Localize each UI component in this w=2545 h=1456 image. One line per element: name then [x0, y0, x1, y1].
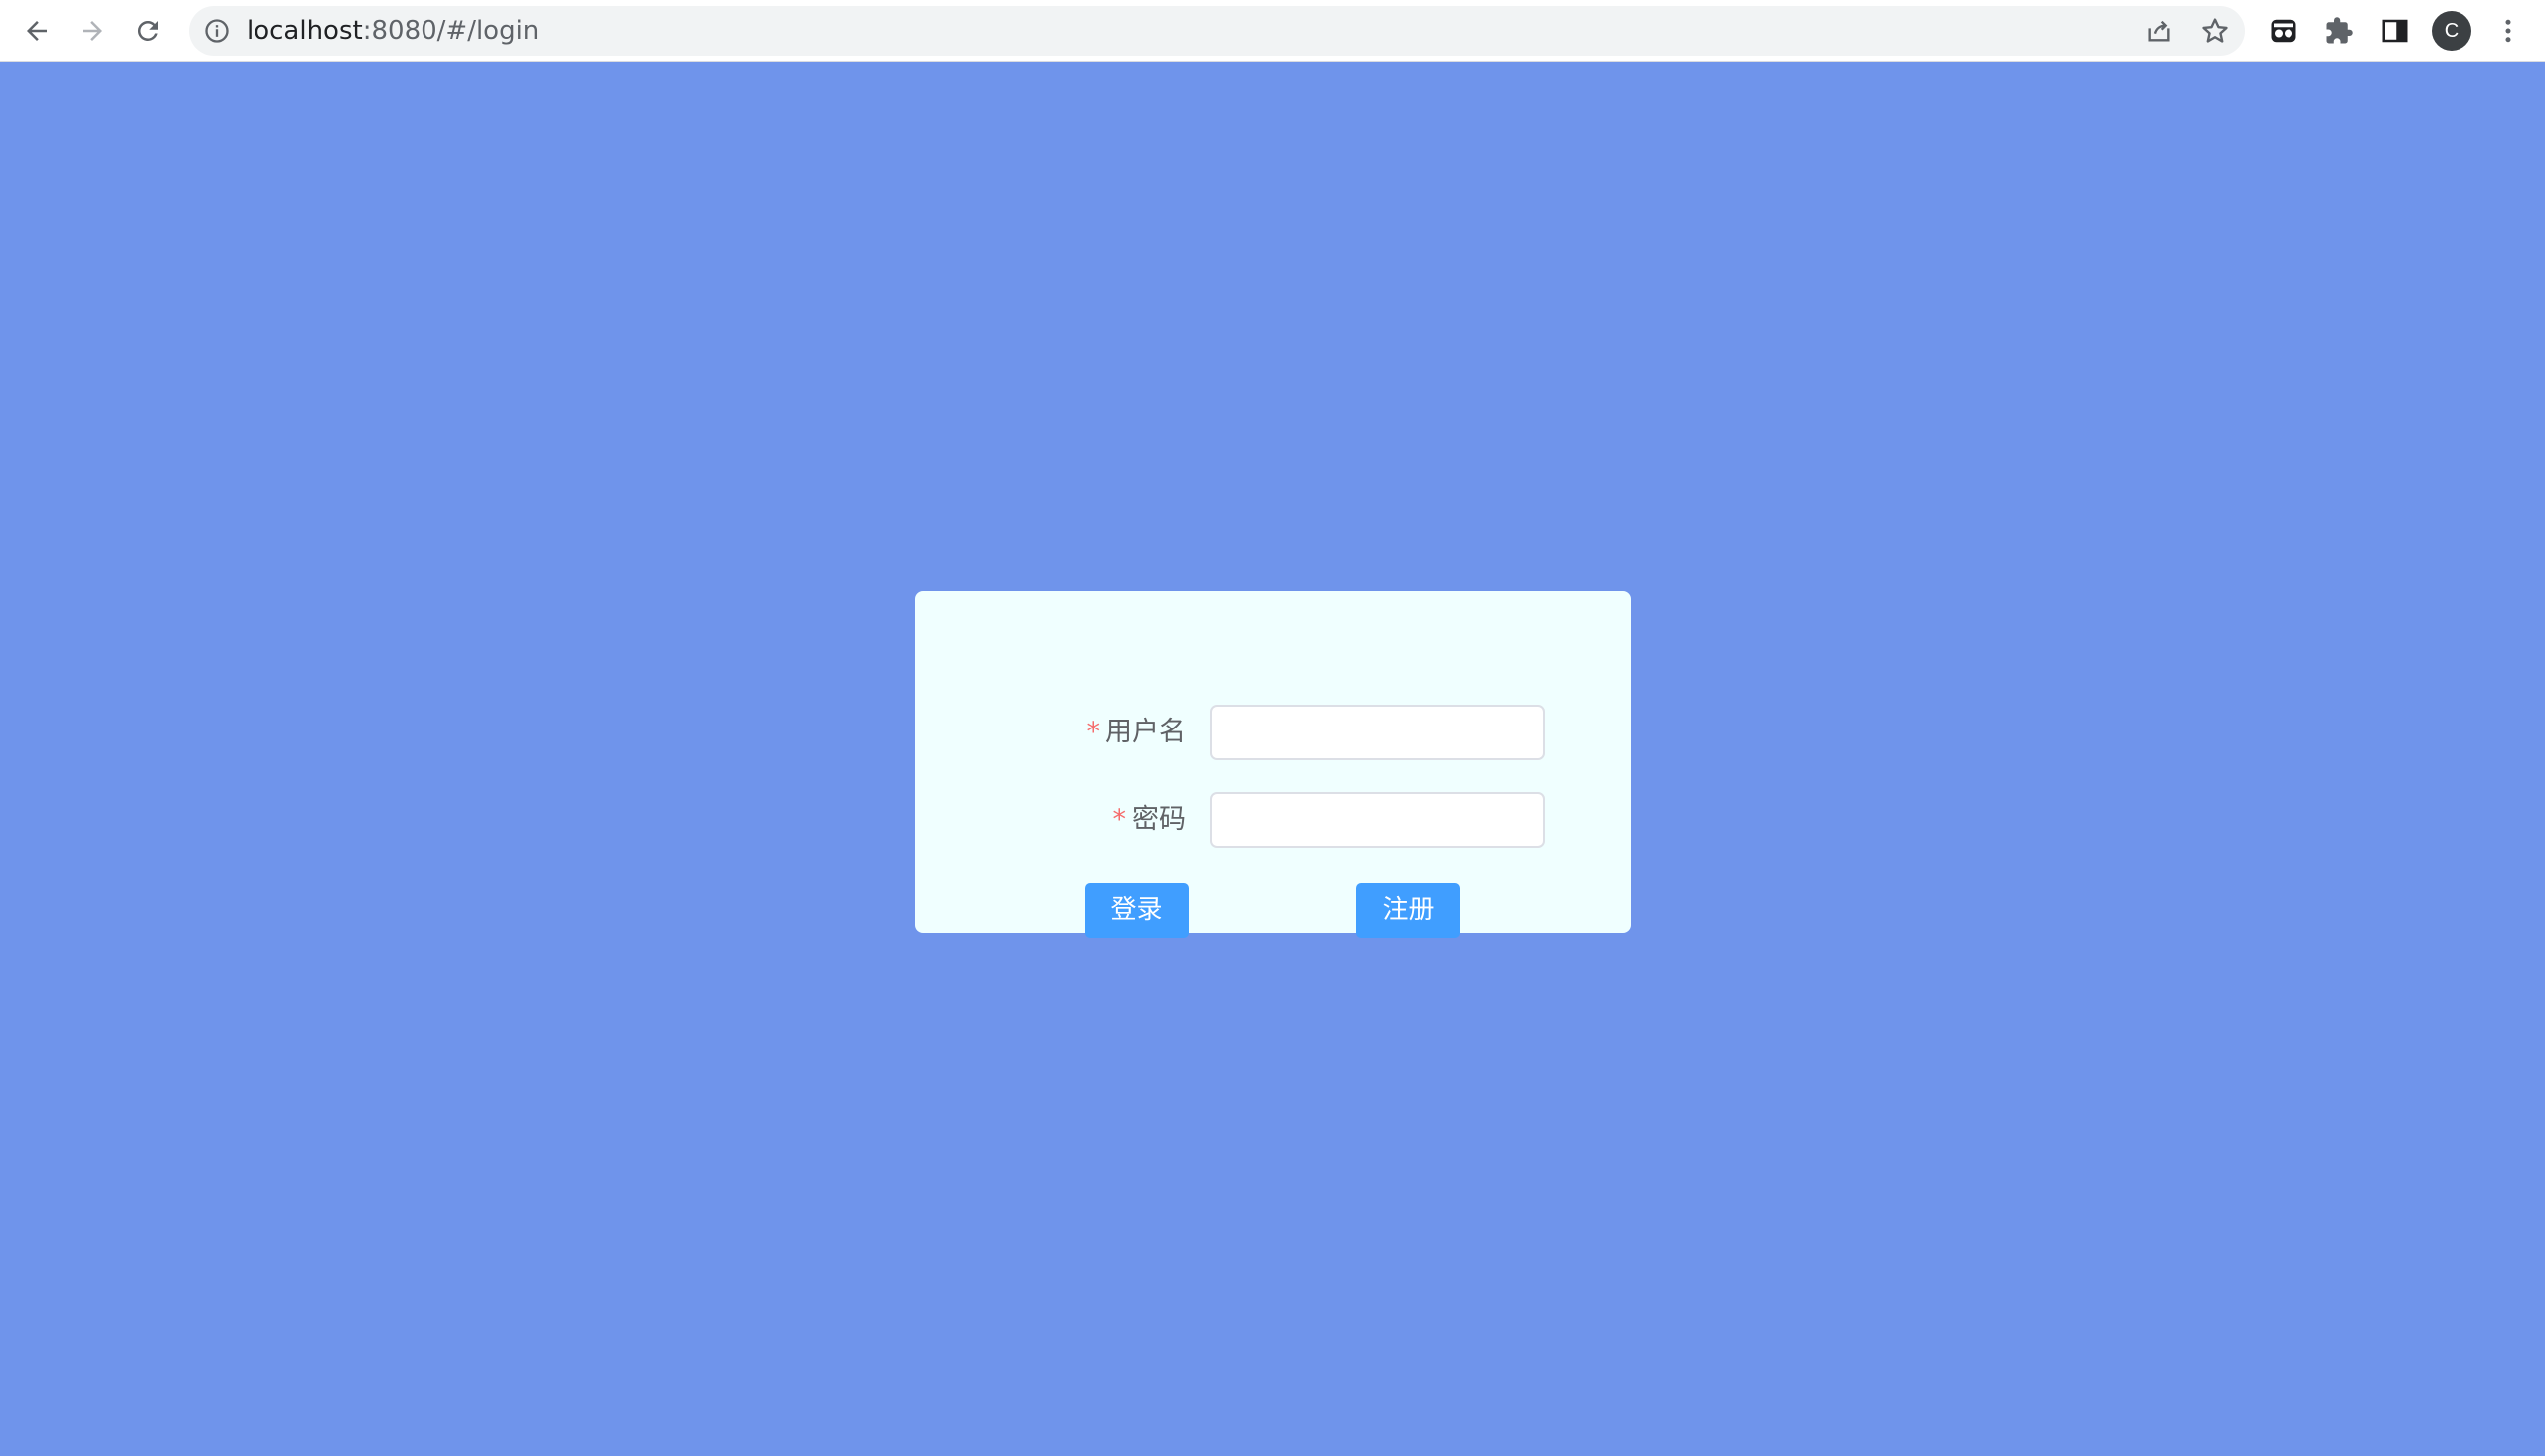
- kebab-menu-icon: [2505, 19, 2511, 43]
- url-text[interactable]: localhost:8080/#/login: [247, 6, 539, 56]
- password-label-text: 密码: [1132, 804, 1186, 835]
- required-star: *: [1112, 804, 1127, 835]
- puzzle-icon: [2326, 17, 2353, 44]
- forward-button[interactable]: [70, 8, 115, 54]
- password-input[interactable]: [1210, 792, 1545, 848]
- side-panel-icon: [2382, 19, 2408, 43]
- address-bar[interactable]: localhost:8080/#/login: [189, 6, 2245, 56]
- login-card: * 用户名 * 密码 登录 注册: [915, 591, 1631, 938]
- username-input[interactable]: [1210, 705, 1545, 760]
- extension-app-icon: [2271, 19, 2296, 43]
- side-panel-button[interactable]: [2378, 14, 2412, 48]
- star-icon[interactable]: [2199, 15, 2231, 47]
- url-host: localhost: [247, 16, 363, 46]
- forward-arrow-icon: [83, 21, 102, 41]
- url-path: :8080/#/login: [362, 16, 540, 46]
- password-row: * 密码: [915, 791, 1631, 849]
- back-arrow-icon: [27, 21, 47, 41]
- username-row: * 用户名: [915, 704, 1631, 761]
- share-icon[interactable]: [2143, 15, 2175, 47]
- register-button[interactable]: 注册: [1356, 883, 1460, 938]
- login-button[interactable]: 登录: [1085, 883, 1189, 938]
- username-label: * 用户名: [1087, 704, 1187, 761]
- extension-app-button[interactable]: [2267, 14, 2300, 48]
- browser-menu-button[interactable]: [2491, 14, 2525, 48]
- back-button[interactable]: [14, 8, 60, 54]
- browser-toolbar: localhost:8080/#/login C: [0, 0, 2545, 62]
- reload-icon: [137, 20, 158, 41]
- info-icon[interactable]: [203, 17, 231, 45]
- profile-avatar[interactable]: C: [2432, 11, 2471, 51]
- page-content: * 用户名 * 密码 登录 注册: [0, 62, 2545, 1456]
- reload-button[interactable]: [125, 8, 171, 54]
- password-label: * 密码: [1113, 791, 1187, 849]
- required-star: *: [1086, 717, 1101, 747]
- extensions-button[interactable]: [2322, 14, 2356, 48]
- username-label-text: 用户名: [1105, 717, 1186, 747]
